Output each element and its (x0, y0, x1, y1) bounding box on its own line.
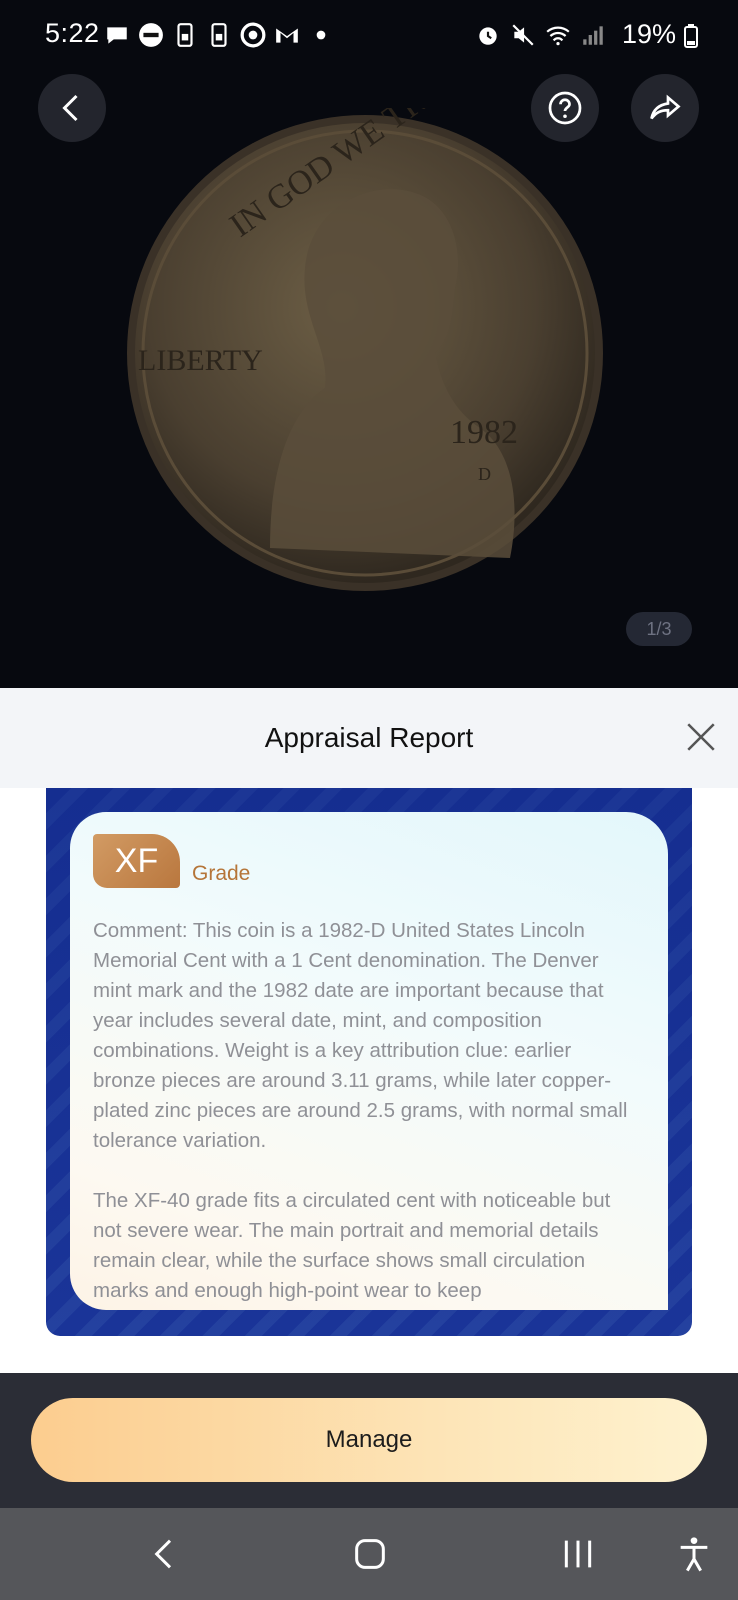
chevron-left-icon (62, 94, 78, 122)
close-icon (687, 723, 715, 751)
svg-text:D: D (478, 464, 491, 484)
notification-icons (104, 21, 334, 49)
chrome-icon (240, 21, 266, 49)
chat-icon (104, 21, 130, 49)
appraisal-report-sheet: Appraisal Report XF Grade Comment: This … (0, 688, 738, 1373)
battery-icon (684, 24, 698, 48)
gmail-icon (274, 21, 300, 49)
image-pager: 1/3 (626, 612, 692, 646)
alarm-icon (475, 21, 501, 49)
svg-text:LIBERTY: LIBERTY (138, 344, 263, 377)
manage-button[interactable]: Manage (31, 1398, 707, 1482)
battery-percent: 19% (621, 19, 676, 49)
nav-back-button[interactable] (143, 1532, 187, 1576)
system-icons (475, 21, 606, 49)
coin-photo-viewer: IN GOD WE TRUST LIBERTY 1982 D 1/3 (0, 70, 738, 688)
comment-paragraph: Comment: This coin is a 1982-D United St… (93, 919, 628, 1152)
share-icon (650, 94, 681, 120)
coin-photo[interactable]: IN GOD WE TRUST LIBERTY 1982 D (120, 108, 610, 598)
mute-icon (510, 21, 536, 49)
news-icon (138, 21, 164, 49)
accessibility-icon (680, 1537, 708, 1572)
help-icon (548, 91, 582, 125)
report-header: Appraisal Report (0, 688, 738, 788)
status-time: 5:22 (45, 18, 100, 48)
grade-badge: XF (93, 834, 180, 888)
back-button[interactable] (38, 74, 106, 142)
nav-recents-button[interactable] (556, 1532, 600, 1576)
grade-card[interactable]: XF Grade Comment: This coin is a 1982-D … (70, 812, 668, 1310)
action-bar: Manage (0, 1373, 738, 1508)
system-nav-bar (0, 1508, 738, 1600)
wifi-icon (545, 21, 571, 49)
sim-icon (206, 21, 232, 49)
sim-icon (172, 21, 198, 49)
share-button[interactable] (631, 74, 699, 142)
recents-icon (564, 1540, 592, 1568)
signal-icon (580, 21, 606, 49)
report-frame: XF Grade Comment: This coin is a 1982-D … (46, 788, 692, 1336)
nav-accessibility-button[interactable] (672, 1532, 716, 1576)
help-button[interactable] (531, 74, 599, 142)
comment-paragraph: The XF-40 grade fits a circulated cent w… (93, 1189, 611, 1302)
nav-home-button[interactable] (348, 1532, 392, 1576)
home-icon (355, 1539, 385, 1569)
status-bar: 5:22 19% (0, 0, 738, 70)
grade-label: Grade (192, 862, 251, 885)
dot-icon (308, 21, 334, 49)
appraisal-comment: Comment: This coin is a 1982-D United St… (93, 916, 633, 1306)
close-button[interactable] (684, 720, 718, 754)
report-title: Appraisal Report (264, 722, 474, 753)
svg-text:1982: 1982 (450, 414, 518, 451)
chevron-left-icon (154, 1539, 172, 1569)
